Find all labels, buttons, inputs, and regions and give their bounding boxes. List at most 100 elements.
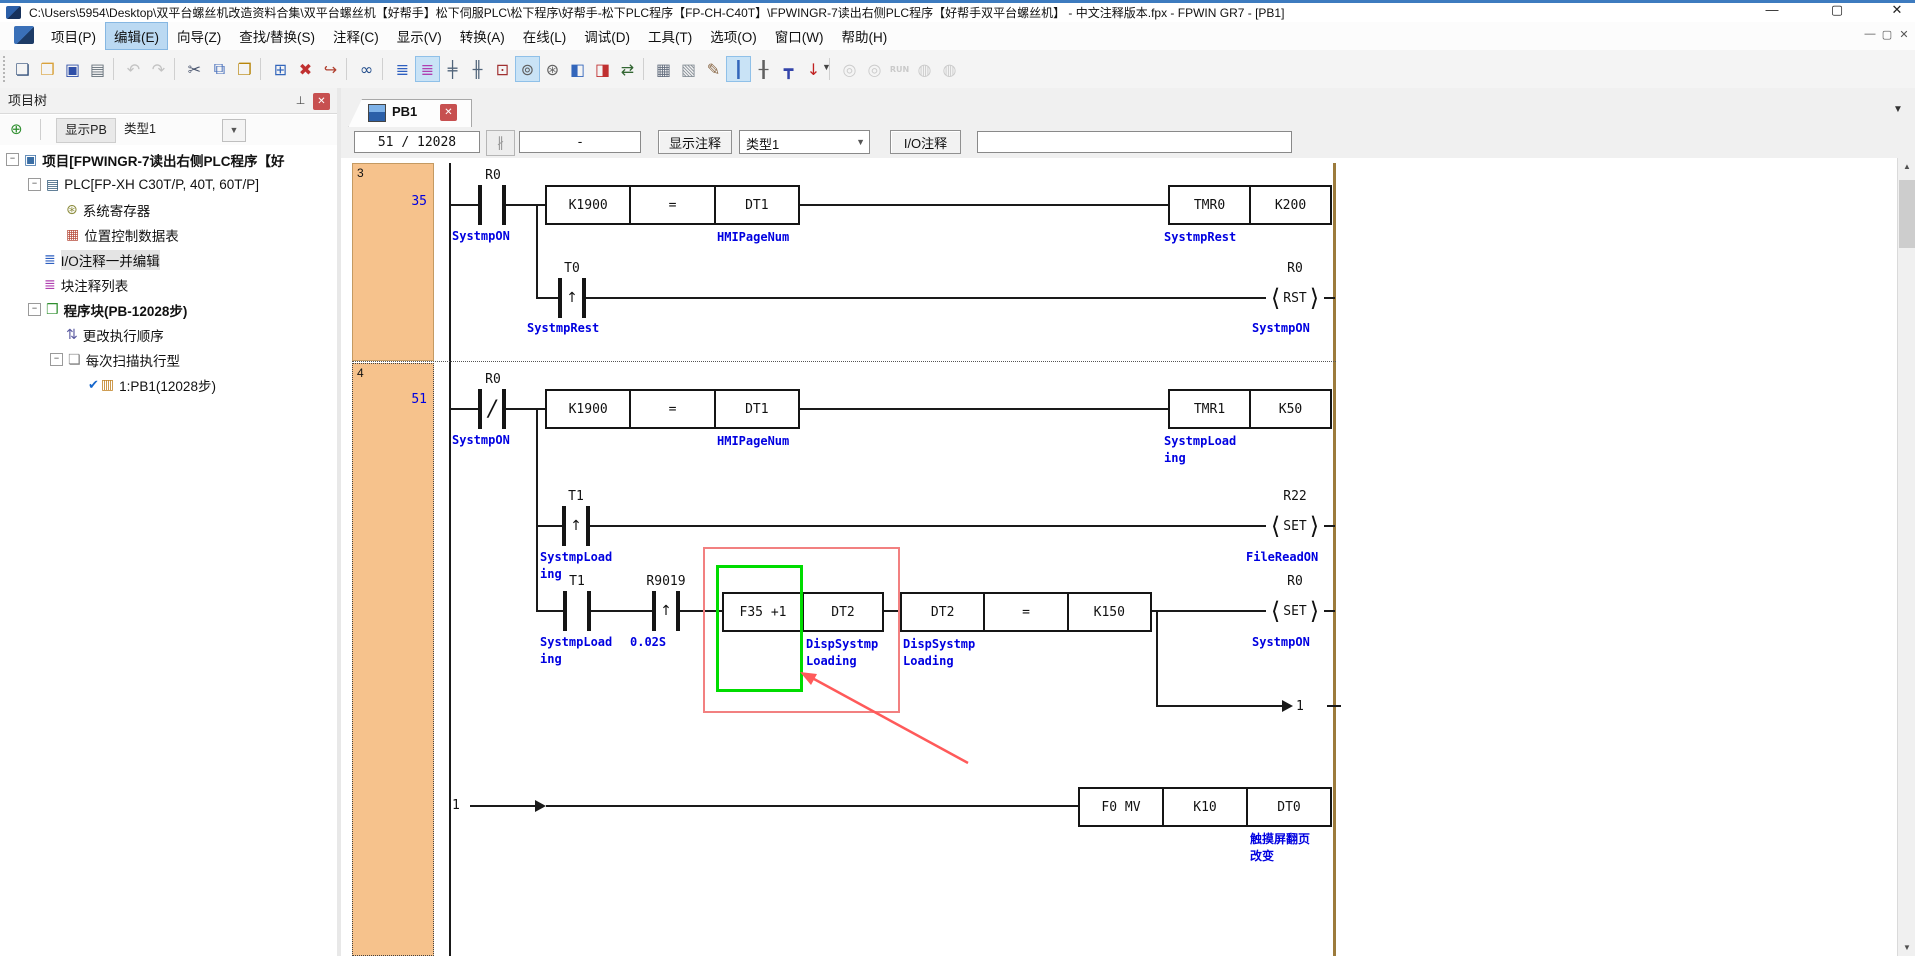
pin-icon[interactable]: ⊥ [292,93,309,110]
menu-item-11[interactable]: 窗口(W) [766,22,833,50]
comment-edit-field[interactable] [977,131,1292,153]
comment-list-icon[interactable]: ≣ [415,56,440,82]
paste-icon[interactable]: ❐ [232,56,257,82]
comment-type-dropdown[interactable]: ▼ [222,119,246,142]
rung3-compare-block[interactable]: K1900 = DT1 [545,185,800,225]
io-comment-button[interactable]: I/O注释 [890,130,961,154]
step-ladder-2-icon[interactable]: ╫ [465,56,490,82]
rung4-margin-cell[interactable]: 4 51 [352,363,434,956]
rung3-contact-r0[interactable] [478,185,506,225]
menu-item-2[interactable]: 向导(Z) [168,22,230,50]
tree-item-8[interactable]: −❏每次扫描执行型 [0,347,337,372]
step-position-field[interactable]: 51 / 12028 [354,131,480,153]
verify-icon[interactable]: ⇄ [615,56,640,82]
new-file-icon[interactable]: ❏ [10,56,35,82]
rung4-contact-r0-nc[interactable] [478,389,506,429]
step-ladder-1-icon[interactable]: ╪ [440,56,465,82]
tree-expander-icon[interactable]: − [50,353,63,366]
grid-1-icon[interactable]: ▦ [651,56,676,82]
menu-item-9[interactable]: 工具(T) [639,22,701,50]
status-display-icon[interactable]: ⊚ [515,56,540,82]
show-pb-button[interactable]: 显示PB [56,118,116,143]
device-monitor-icon[interactable]: ⊛ [540,56,565,82]
tree-item-2[interactable]: ⊛系统寄存器 [0,197,337,222]
minimize-button[interactable]: — [1757,0,1787,19]
tree-item-4[interactable]: ≣I/O注释一并编辑 [0,247,337,272]
rung4-contact-r9019[interactable] [652,591,680,631]
monitor-go-2-icon[interactable]: ◍ [937,56,962,82]
mdi-restore-icon[interactable]: ▢ [1879,28,1895,41]
rung4-move-block[interactable]: F0 MV K10 DT0 [1078,787,1332,827]
copy-icon[interactable]: ⧉ [207,56,232,82]
print-icon[interactable]: ▤ [85,56,110,82]
upload-plc-icon[interactable]: ◧ [565,56,590,82]
device-value-field[interactable]: - [519,131,641,153]
monitor-registration-icon[interactable]: ⊡ [490,56,515,82]
menu-item-10[interactable]: 选项(O) [701,22,766,50]
find-next-icon[interactable]: ◎ [862,56,887,82]
menu-item-5[interactable]: 显示(V) [388,22,451,50]
delete-row-icon[interactable]: ✖ [293,56,318,82]
tree-item-3[interactable]: ▦位置控制数据表 [0,222,337,247]
menu-item-6[interactable]: 转换(A) [451,22,514,50]
rung4-set-r0-coil[interactable]: SET [1266,592,1324,630]
tab-list-dropdown-icon[interactable]: ▼ [1893,104,1903,115]
tree-item-6[interactable]: −❒程序块(PB-12028步) [0,297,337,322]
grid-2-icon[interactable]: ▧ [676,56,701,82]
save-icon[interactable]: ▣ [60,56,85,82]
rung4-timer-block[interactable]: TMR1 K50 [1168,389,1332,429]
jump-to-icon[interactable]: ↪ [318,56,343,82]
undo-icon[interactable]: ↶ [121,56,146,82]
toolbar-overflow-icon[interactable]: ▼ [822,62,831,72]
tree-expander-icon[interactable]: − [28,178,41,191]
find-prev-icon[interactable]: ◎ [837,56,862,82]
menu-item-12[interactable]: 帮助(H) [832,22,896,50]
mdi-minimize-icon[interactable]: — [1862,28,1878,40]
panel-close-button[interactable]: ✕ [313,93,330,110]
insert-row-icon[interactable]: ⊞ [268,56,293,82]
tree-item-1[interactable]: −▤PLC[FP-XH C30T/P, 40T, 60T/P] [0,172,337,197]
scroll-up-icon[interactable]: ▲ [1898,158,1915,175]
comment-type-select[interactable]: 类型1 ▼ [739,130,870,154]
tree-item-0[interactable]: −▣项目[FPWINGR-7读出右侧PLC程序【好 [0,147,337,172]
open-folder-icon[interactable]: ❒ [35,56,60,82]
find-icon[interactable]: ∞ [354,56,379,82]
menu-item-1[interactable]: 编辑(E) [105,22,168,50]
menu-item-3[interactable]: 查找/替换(S) [230,22,324,50]
rung4-compare2-block[interactable]: DT2 = K150 [900,592,1152,632]
tab-close-button[interactable]: ✕ [440,104,457,121]
rung4-compare-block[interactable]: K1900 = DT1 [545,389,800,429]
rung4-set-r22-coil[interactable]: SET [1266,507,1324,545]
monitor-toggle-icon[interactable]: ∦ [486,130,515,156]
tree-item-9[interactable]: ✔▥1:PB1(12028步) [0,372,337,397]
close-button[interactable]: ✕ [1882,0,1912,19]
menu-item-0[interactable]: 项目(P) [42,22,105,50]
vertical-scrollbar[interactable]: ▲ ▼ [1897,158,1915,956]
vertical-line-icon[interactable]: ┃ [726,56,751,82]
io-comment-edit-icon[interactable]: ≣ [390,56,415,82]
cut-icon[interactable]: ✂ [182,56,207,82]
t-line-icon[interactable]: ┳ [776,56,801,82]
show-comment-button[interactable]: 显示注释 [658,130,732,154]
rung4-contact-t1-plain[interactable] [563,591,591,631]
maximize-button[interactable]: ▢ [1822,0,1852,19]
mdi-close-icon[interactable]: ✕ [1896,28,1912,41]
rung3-timer-block[interactable]: TMR0 K200 [1168,185,1332,225]
tree-expander-icon[interactable]: − [28,303,41,316]
monitor-go-1-icon[interactable]: ◍ [912,56,937,82]
rung4-contact-t1-rise[interactable] [562,506,590,546]
tree-item-7[interactable]: ⇅更改执行顺序 [0,322,337,347]
scroll-down-icon[interactable]: ▼ [1898,939,1915,956]
cross-line-icon[interactable]: ╂ [751,56,776,82]
menu-item-7[interactable]: 在线(L) [514,22,576,50]
tree-item-5[interactable]: ≣块注释列表 [0,272,337,297]
scrollbar-thumb[interactable] [1899,180,1915,248]
menu-item-4[interactable]: 注释(C) [324,22,388,50]
rung3-margin-cell[interactable]: 3 35 [352,163,434,361]
redo-icon[interactable]: ↷ [146,56,171,82]
run-mode-icon[interactable]: RUN [887,56,912,82]
tree-expander-icon[interactable]: − [6,153,19,166]
edit-grid-icon[interactable]: ✎ [701,56,726,82]
download-plc-icon[interactable]: ◨ [590,56,615,82]
rung3-rst-coil[interactable]: RST [1266,279,1324,317]
